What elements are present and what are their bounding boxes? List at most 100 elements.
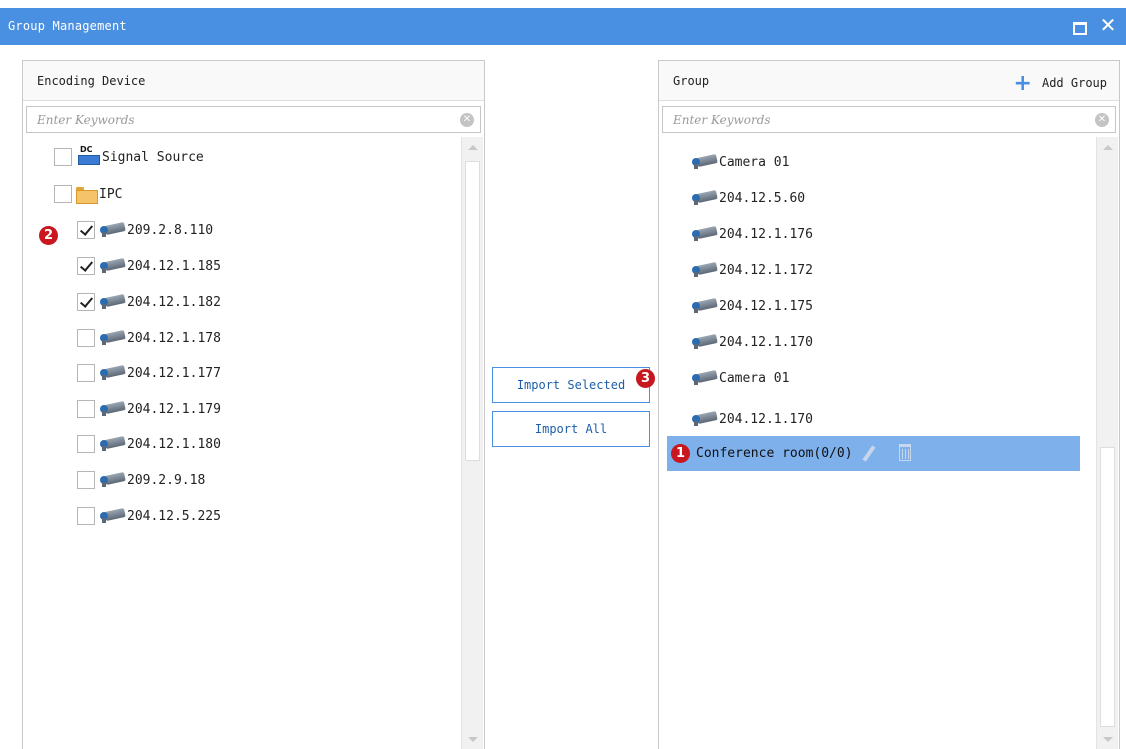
group-item-label: 204.12.5.60 <box>719 190 806 206</box>
checkbox-signal-source[interactable] <box>54 148 72 166</box>
camera-icon <box>99 472 127 488</box>
group-item[interactable]: 204.12.5.60 <box>691 184 805 212</box>
group-item-label: 204.12.1.170 <box>719 411 813 427</box>
camera-icon <box>691 298 719 314</box>
tree-item-camera[interactable]: 209.2.8.110 <box>77 216 213 244</box>
camera-icon <box>99 222 127 238</box>
tree-item-label: 204.12.1.180 <box>127 436 221 452</box>
camera-icon <box>99 508 127 524</box>
tree-item-label: 209.2.8.110 <box>127 222 214 238</box>
camera-icon <box>99 401 127 417</box>
camera-icon <box>691 154 719 170</box>
tree-item-label: 204.12.5.225 <box>127 508 221 524</box>
checkbox-camera[interactable] <box>77 221 95 239</box>
camera-icon <box>691 411 719 427</box>
camera-icon <box>99 258 127 274</box>
checkbox-camera[interactable] <box>77 471 95 489</box>
camera-icon <box>99 436 127 452</box>
group-panel: Group + Add Group ✕ Camera 01 204.12.5.60… <box>658 60 1120 749</box>
tree-item-camera[interactable]: 204.12.1.178 <box>77 324 221 352</box>
checkbox-camera[interactable] <box>77 400 95 418</box>
tree-item-label: IPC <box>99 186 123 202</box>
tree-item-label: 204.12.1.178 <box>127 330 221 346</box>
camera-icon <box>99 294 127 310</box>
group-item[interactable]: Camera 01 <box>691 364 789 392</box>
clear-search-icon[interactable]: ✕ <box>460 113 474 127</box>
group-search-input[interactable] <box>663 107 1070 132</box>
group-title: Group <box>673 74 710 88</box>
tree-item-camera[interactable]: 204.12.1.185 <box>77 252 221 280</box>
scroll-thumb[interactable] <box>465 161 480 461</box>
tree-item-camera[interactable]: 204.12.1.180 <box>77 430 221 458</box>
camera-icon <box>99 330 127 346</box>
checkbox-camera[interactable] <box>77 435 95 453</box>
selected-group-row[interactable]: 1 Conference room(0/0) <box>667 436 1080 471</box>
tree-item-camera[interactable]: 204.12.1.182 <box>77 288 221 316</box>
group-header: Group + Add Group <box>659 61 1119 101</box>
camera-icon <box>691 262 719 278</box>
title-bar: Group Management ✕ <box>0 8 1126 45</box>
encoding-device-title: Encoding Device <box>37 74 146 88</box>
group-item-label: 204.12.1.175 <box>719 298 813 314</box>
callout-badge-2: 2 <box>39 226 58 245</box>
import-all-button[interactable]: Import All <box>492 411 650 447</box>
group-item[interactable]: 204.12.1.172 <box>691 256 813 284</box>
group-scrollbar[interactable] <box>1096 137 1118 749</box>
scroll-down-icon[interactable] <box>468 737 478 742</box>
camera-icon <box>691 226 719 242</box>
group-item-label: Camera 01 <box>719 370 790 386</box>
encoding-device-scrollbar[interactable] <box>461 137 483 749</box>
group-item-label: Camera 01 <box>719 154 790 170</box>
folder-icon <box>76 186 98 204</box>
selected-group-label: Conference room(0/0) <box>696 446 853 461</box>
group-item[interactable]: 204.12.1.170 <box>691 405 813 433</box>
encoding-device-search: ✕ <box>26 106 481 133</box>
import-selected-button[interactable]: Import Selected <box>492 367 650 403</box>
tree-item-label: 204.12.1.177 <box>127 365 221 381</box>
plus-icon: + <box>1013 71 1032 96</box>
checkbox-camera[interactable] <box>77 329 95 347</box>
group-search: ✕ <box>662 106 1116 133</box>
tree-item-label: 209.2.9.18 <box>127 472 206 488</box>
camera-icon <box>691 370 719 386</box>
add-group-button[interactable]: + Add Group <box>1014 71 1107 96</box>
checkbox-camera[interactable] <box>77 293 95 311</box>
callout-badge-3: 3 <box>636 369 655 388</box>
scroll-thumb[interactable] <box>1100 447 1115 727</box>
scroll-down-icon[interactable] <box>1103 737 1113 742</box>
group-item[interactable]: 204.12.1.175 <box>691 292 813 320</box>
encoding-device-header: Encoding Device <box>23 61 484 101</box>
group-item-label: 204.12.1.170 <box>719 334 813 350</box>
tree-item-camera[interactable]: 204.12.1.179 <box>77 395 221 423</box>
scroll-up-icon[interactable] <box>1103 145 1113 150</box>
scroll-up-icon[interactable] <box>468 145 478 150</box>
group-item[interactable]: 204.12.1.170 <box>691 328 813 356</box>
edit-pencil-icon[interactable] <box>862 445 876 462</box>
checkbox-camera[interactable] <box>77 364 95 382</box>
trash-icon[interactable] <box>899 444 911 461</box>
camera-icon <box>99 365 127 381</box>
tree-item-ipc[interactable]: IPC <box>54 180 122 208</box>
clear-search-icon[interactable]: ✕ <box>1095 113 1109 127</box>
tree-item-camera[interactable]: 204.12.1.177 <box>77 359 221 387</box>
tree-item-signal-source[interactable]: DC Signal Source <box>54 143 204 171</box>
tree-item-label: 204.12.1.185 <box>127 258 221 274</box>
tree-item-camera[interactable]: 204.12.5.225 <box>77 502 221 530</box>
encoding-device-search-input[interactable] <box>27 107 435 132</box>
camera-icon <box>691 334 719 350</box>
callout-badge-1: 1 <box>671 444 690 463</box>
group-item[interactable]: Camera 01 <box>691 148 789 176</box>
maximize-icon[interactable] <box>1069 17 1087 35</box>
group-item[interactable]: 204.12.1.176 <box>691 220 813 248</box>
close-icon[interactable]: ✕ <box>1099 15 1117 35</box>
group-item-label: 204.12.1.172 <box>719 262 813 278</box>
tree-item-label: 204.12.1.182 <box>127 294 221 310</box>
checkbox-camera[interactable] <box>77 507 95 525</box>
add-group-label: Add Group <box>1041 76 1107 90</box>
window-title: Group Management <box>8 19 127 33</box>
checkbox-camera[interactable] <box>77 257 95 275</box>
checkbox-ipc[interactable] <box>54 185 72 203</box>
camera-icon <box>691 190 719 206</box>
tree-item-label: 204.12.1.179 <box>127 401 221 417</box>
tree-item-camera[interactable]: 209.2.9.18 <box>77 466 205 494</box>
